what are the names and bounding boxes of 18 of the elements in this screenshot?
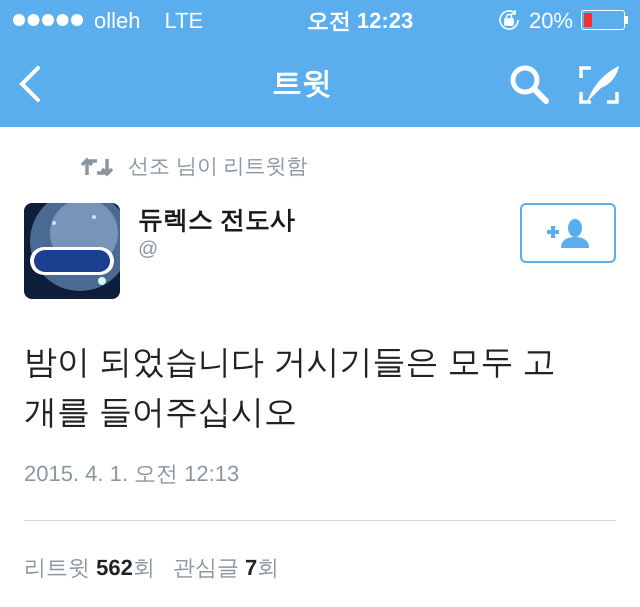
rotation-lock-icon	[496, 8, 521, 32]
nav-title: 트윗	[271, 67, 332, 100]
battery-icon	[581, 10, 628, 30]
tweet-stat: 관심글 7회	[172, 554, 280, 582]
tweet-timestamp: 2015. 4. 1. 오전 12:13	[24, 460, 240, 488]
retweet-notice: 선조 님이 리트윗함	[128, 154, 308, 180]
status-time: 오전 12:23	[306, 8, 414, 32]
retweet-icon	[80, 156, 114, 177]
battery-percent: 20%	[528, 6, 573, 34]
author-name: 듀렉스 전도사	[138, 204, 296, 234]
author-handle: @	[138, 236, 160, 262]
add-user-icon	[545, 218, 591, 248]
follow-button[interactable]	[520, 202, 616, 262]
tweet-text: 밤이 되었습니다 거시기들은 모두 고개를 들어주십시오	[24, 342, 557, 432]
carrier-name: olleh	[94, 6, 140, 34]
network-type: LTE	[164, 6, 204, 34]
signal-icon	[12, 13, 84, 27]
tweet-stat: 리트윗 562회	[24, 554, 155, 582]
